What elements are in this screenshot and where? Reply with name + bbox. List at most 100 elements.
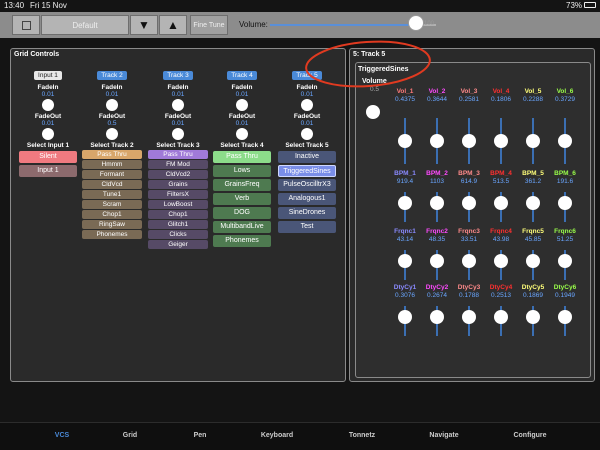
volume-slider-knob[interactable] <box>408 15 425 31</box>
fadeout-knob[interactable] <box>172 128 184 140</box>
synth-slider-knob[interactable] <box>494 134 508 148</box>
select-option[interactable]: Silent <box>19 151 77 163</box>
synth-slider-knob[interactable] <box>558 134 572 148</box>
preset-selector[interactable]: Default <box>41 15 129 35</box>
select-option[interactable]: Input 1 <box>19 165 77 177</box>
select-option[interactable]: Chop1 <box>82 210 142 219</box>
synth-slider-knob[interactable] <box>526 196 540 210</box>
synth-slider-knob[interactable] <box>558 310 572 324</box>
column-header-button[interactable]: Track 4 <box>227 71 257 80</box>
synth-control-dtycy1: DtyCy1 0.3076 <box>390 284 420 340</box>
top-toolbar: Default ▼ ▲ Fine Tune Volume: 100 <box>0 12 600 38</box>
tab-pen[interactable]: Pen <box>160 432 240 439</box>
select-option[interactable]: Clicks <box>148 230 208 239</box>
synth-slider-knob[interactable] <box>398 134 412 148</box>
select-option[interactable]: MultibandLive <box>213 221 271 233</box>
select-option[interactable]: Analogous1 <box>278 193 336 205</box>
synth-param-value: 0.2581 <box>459 96 479 103</box>
select-option[interactable]: Formant <box>82 170 142 179</box>
select-option[interactable]: DOG <box>213 207 271 219</box>
synth-param-value: 0.3076 <box>395 292 415 299</box>
select-option[interactable]: Glitch1 <box>148 220 208 229</box>
select-option[interactable]: Pass Thru <box>82 150 142 159</box>
synth-control-frqnc2: Frqnc2 48.35 <box>422 228 452 284</box>
fadeout-knob[interactable] <box>236 128 248 140</box>
volume-value: 100 <box>424 21 435 27</box>
fadeout-label: FadeOut <box>293 113 321 120</box>
grid-menu-button[interactable] <box>12 15 40 35</box>
select-option[interactable]: CldVcd2 <box>148 170 208 179</box>
select-option[interactable]: TriggeredSines <box>278 165 336 177</box>
tab-tonnetz[interactable]: Tonnetz <box>322 432 402 439</box>
fadein-knob[interactable] <box>42 99 54 111</box>
select-option[interactable]: Pass Thru <box>148 150 208 159</box>
tab-grid[interactable]: Grid <box>90 432 170 439</box>
select-option[interactable]: Phonemes <box>82 230 142 239</box>
synth-slider-knob[interactable] <box>462 134 476 148</box>
select-option[interactable]: Test <box>278 221 336 233</box>
synth-slider-knob[interactable] <box>462 196 476 210</box>
select-option[interactable]: Chop1 <box>148 210 208 219</box>
select-option[interactable]: FiltersX <box>148 190 208 199</box>
select-option[interactable]: Hmmm <box>82 160 142 169</box>
tab-keyboard[interactable]: Keyboard <box>237 432 317 439</box>
synth-param-value: 0.4375 <box>395 96 415 103</box>
fadein-knob[interactable] <box>301 99 313 111</box>
select-option[interactable]: Tune1 <box>82 190 142 199</box>
select-option[interactable]: FM Mod <box>148 160 208 169</box>
synth-slider-knob[interactable] <box>526 134 540 148</box>
tab-configure[interactable]: Configure <box>490 432 570 439</box>
synth-control-vol_1: Vol_1 0.4375 <box>390 88 420 168</box>
synth-slider-knob[interactable] <box>430 254 444 268</box>
select-option[interactable]: Grains <box>148 180 208 189</box>
synth-slider-knob[interactable] <box>526 254 540 268</box>
synth-slider-knob[interactable] <box>430 310 444 324</box>
fadein-knob[interactable] <box>236 99 248 111</box>
fadein-knob[interactable] <box>106 99 118 111</box>
synth-slider-knob[interactable] <box>398 310 412 324</box>
preset-down-button[interactable]: ▼ <box>130 15 158 35</box>
fadeout-knob[interactable] <box>301 128 313 140</box>
synth-slider-knob[interactable] <box>398 254 412 268</box>
select-option[interactable]: RingSaw <box>82 220 142 229</box>
fadeout-knob[interactable] <box>106 128 118 140</box>
fadein-value: 0.01 <box>105 91 119 98</box>
preset-up-button[interactable]: ▲ <box>159 15 187 35</box>
synth-slider-knob[interactable] <box>558 254 572 268</box>
select-option[interactable]: Verb <box>213 193 271 205</box>
synth-slider-knob[interactable] <box>558 196 572 210</box>
fine-tune-button[interactable]: Fine Tune <box>190 15 228 35</box>
select-option[interactable]: Lows <box>213 165 271 177</box>
select-option[interactable]: SineDrones <box>278 207 336 219</box>
synth-slider-knob[interactable] <box>494 196 508 210</box>
select-option[interactable]: GrainsFreq <box>213 179 271 191</box>
select-option[interactable]: CldVcd <box>82 180 142 189</box>
synth-slider-knob[interactable] <box>430 196 444 210</box>
fadeout-knob[interactable] <box>42 128 54 140</box>
select-option[interactable]: Phonemes <box>213 235 271 247</box>
synth-slider-knob[interactable] <box>398 196 412 210</box>
synth-slider-knob[interactable] <box>494 310 508 324</box>
column-header-button[interactable]: Track 3 <box>163 71 193 80</box>
select-option[interactable]: Scram <box>82 200 142 209</box>
select-option[interactable]: Geiger <box>148 240 208 249</box>
synth-volume-knob[interactable] <box>366 105 380 119</box>
fadeout-value: 0.01 <box>41 120 55 127</box>
select-option[interactable]: PulseOscilltrX3 <box>278 179 336 191</box>
synth-slider-knob[interactable] <box>430 134 444 148</box>
volume-slider-track[interactable] <box>270 24 417 26</box>
synth-slider-knob[interactable] <box>462 310 476 324</box>
fadein-knob[interactable] <box>172 99 184 111</box>
select-option[interactable]: Pass Thru <box>213 151 271 163</box>
select-option[interactable]: LowBoost <box>148 200 208 209</box>
synth-slider-knob[interactable] <box>462 254 476 268</box>
fadein-label: FadeIn <box>231 84 253 91</box>
tab-navigate[interactable]: Navigate <box>404 432 484 439</box>
select-option[interactable]: Inactive <box>278 151 336 163</box>
column-header-button[interactable]: Input 1 <box>34 71 62 80</box>
fadeout-value: 0.01 <box>300 120 314 127</box>
column-header-button[interactable]: Track 2 <box>97 71 127 80</box>
synth-slider-knob[interactable] <box>494 254 508 268</box>
synth-slider-knob[interactable] <box>526 310 540 324</box>
synth-param-label: DtyCy4 <box>489 284 513 291</box>
